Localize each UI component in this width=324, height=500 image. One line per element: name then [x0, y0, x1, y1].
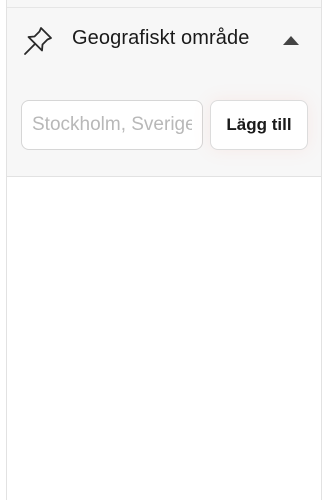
caret-up-icon[interactable] — [283, 36, 299, 45]
locations-list — [7, 176, 321, 500]
pushpin-icon — [24, 27, 52, 55]
section-title: Geografiskt område — [72, 27, 250, 49]
top-divider — [7, 0, 321, 8]
geographic-area-panel: Geografiskt område Lägg till — [6, 0, 322, 500]
section-header-toggle[interactable]: Geografiskt område — [7, 9, 321, 67]
add-location-button[interactable]: Lägg till — [210, 100, 308, 150]
location-input[interactable] — [21, 100, 203, 150]
